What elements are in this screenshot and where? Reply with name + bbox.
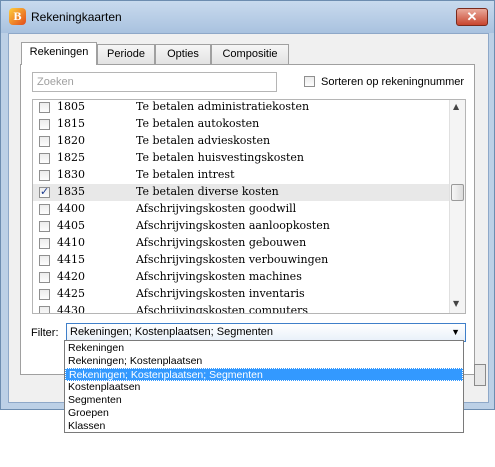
account-number: 1825 [57, 151, 85, 164]
search-input[interactable]: Zoeken [32, 72, 277, 92]
scroll-up-icon[interactable]: ▲ [453, 102, 459, 111]
filter-label: Filter: [31, 327, 59, 339]
account-number: 4405 [57, 219, 85, 232]
account-checkbox[interactable] [39, 289, 50, 300]
list-item[interactable]: 4430 Afschrijvingskosten computers [33, 303, 449, 314]
list-item[interactable]: 1815 Te betalen autokosten [33, 116, 449, 133]
account-checkbox[interactable] [39, 153, 50, 164]
list-item[interactable]: 1820 Te betalen advieskosten [33, 133, 449, 150]
list-item[interactable]: 4400 Afschrijvingskosten goodwill [33, 201, 449, 218]
account-number: 4425 [57, 287, 85, 300]
tab-compositie[interactable]: Compositie [211, 44, 289, 64]
account-description: Te betalen autokosten [136, 117, 260, 130]
account-description: Afschrijvingskosten inventaris [136, 287, 305, 300]
account-checkbox[interactable] [39, 170, 50, 181]
account-number: 4410 [57, 236, 85, 249]
account-checkbox[interactable] [39, 306, 50, 313]
account-number: 1820 [57, 134, 85, 147]
account-description: Te betalen diverse kosten [136, 185, 279, 198]
dropdown-option[interactable]: Rekeningen [65, 342, 463, 355]
filter-dropdown-list: Rekeningen Rekeningen; Kostenplaatsen Re… [64, 340, 464, 433]
list-item[interactable]: 4425 Afschrijvingskosten inventaris [33, 286, 449, 303]
list-item[interactable]: 4415 Afschrijvingskosten verbouwingen [33, 252, 449, 269]
account-number: 1815 [57, 117, 85, 130]
account-description: Afschrijvingskosten computers [136, 304, 309, 314]
account-list: 1805 Te betalen administratiekosten 1815… [32, 99, 466, 314]
chevron-down-icon[interactable]: ▼ [451, 324, 460, 341]
list-item[interactable]: 1830 Te betalen intrest [33, 167, 449, 184]
account-number: 4420 [57, 270, 85, 283]
tab-periode[interactable]: Periode [97, 44, 155, 64]
account-description: Afschrijvingskosten gebouwen [136, 236, 307, 249]
account-checkbox[interactable] [39, 102, 50, 113]
list-item-selected[interactable]: 1835 Te betalen diverse kosten [33, 184, 449, 201]
account-checkbox[interactable] [39, 204, 50, 215]
title-bar[interactable]: B Rekeningkaarten ✕ [1, 1, 494, 33]
account-description: Afschrijvingskosten aanloopkosten [136, 219, 330, 232]
sort-checkbox-label: Sorteren op rekeningnummer [321, 76, 465, 88]
account-number: 4430 [57, 304, 85, 314]
sort-checkbox[interactable] [304, 76, 315, 87]
account-description: Te betalen intrest [136, 168, 235, 181]
list-item[interactable]: 4410 Afschrijvingskosten gebouwen [33, 235, 449, 252]
dropdown-option[interactable]: Groepen [65, 407, 463, 420]
scroll-thumb[interactable] [451, 184, 464, 201]
account-number: 1830 [57, 168, 85, 181]
account-description: Afschrijvingskosten machines [136, 270, 302, 283]
account-description: Afschrijvingskosten verbouwingen [136, 253, 329, 266]
account-description: Afschrijvingskosten goodwill [136, 202, 297, 215]
tab-rekeningen[interactable]: Rekeningen [21, 42, 97, 65]
account-checkbox-checked[interactable] [39, 185, 50, 198]
dropdown-option[interactable]: Klassen [65, 420, 463, 433]
dropdown-option[interactable]: Segmenten [65, 394, 463, 407]
account-checkbox[interactable] [39, 255, 50, 266]
account-checkbox[interactable] [39, 238, 50, 249]
dropdown-option[interactable]: Rekeningen; Kostenplaatsen [65, 355, 463, 368]
account-checkbox[interactable] [39, 272, 50, 283]
list-item[interactable]: 1805 Te betalen administratiekosten [33, 100, 449, 116]
list-item[interactable]: 4420 Afschrijvingskosten machines [33, 269, 449, 286]
account-description: Te betalen administratiekosten [136, 100, 310, 113]
scroll-down-icon[interactable]: ▼ [453, 299, 459, 308]
list-scrollbar[interactable]: ▲ ▼ [449, 100, 465, 313]
tab-opties[interactable]: Opties [155, 44, 211, 64]
hidden-button[interactable] [474, 364, 486, 386]
account-checkbox[interactable] [39, 119, 50, 130]
account-description: Te betalen advieskosten [136, 134, 271, 147]
account-checkbox[interactable] [39, 136, 50, 147]
list-item[interactable]: 4405 Afschrijvingskosten aanloopkosten [33, 218, 449, 235]
account-number: 4400 [57, 202, 85, 215]
close-button[interactable]: ✕ [456, 8, 488, 26]
account-checkbox[interactable] [39, 221, 50, 232]
dropdown-option-highlighted[interactable]: Rekeningen; Kostenplaatsen; Segmenten [65, 368, 463, 381]
dropdown-option[interactable]: Kostenplaatsen [65, 381, 463, 394]
app-logo-icon: B [9, 8, 26, 25]
account-number: 1835 [57, 185, 85, 198]
window-title: Rekeningkaarten [31, 10, 122, 24]
account-description: Te betalen huisvestingskosten [136, 151, 304, 164]
filter-selected-value: Rekeningen; Kostenplaatsen; Segmenten [70, 326, 274, 338]
account-number: 1805 [57, 100, 85, 113]
list-item[interactable]: 1825 Te betalen huisvestingskosten [33, 150, 449, 167]
account-number: 4415 [57, 253, 85, 266]
